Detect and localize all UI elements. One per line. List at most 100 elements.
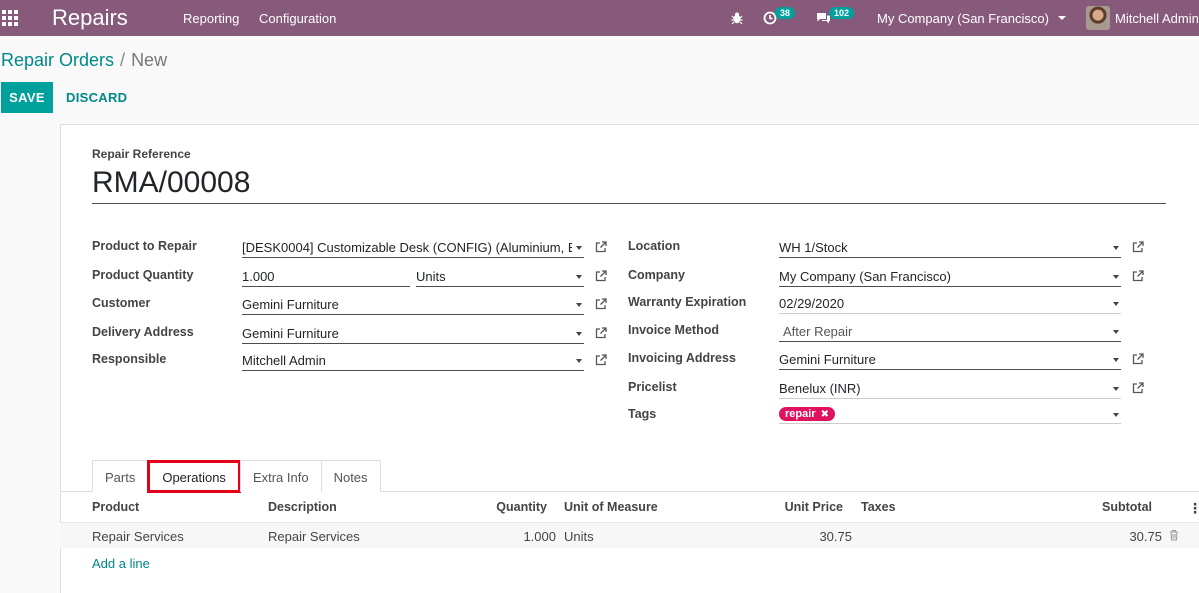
caret-down-icon[interactable] — [1113, 330, 1119, 334]
caret-down-icon[interactable] — [1113, 387, 1119, 391]
top-navbar: Repairs Reporting Configuration 38 102 M… — [0, 0, 1199, 36]
caret-down-icon[interactable] — [576, 303, 582, 307]
responsible-label: Responsible — [92, 352, 167, 366]
customer-value: Gemini Furniture — [242, 297, 339, 312]
breadcrumb-separator: / — [120, 50, 126, 70]
product-quantity-label: Product Quantity — [92, 268, 194, 282]
quantity-uom-value: Units — [416, 269, 446, 284]
external-link-icon[interactable] — [595, 241, 607, 253]
row-quantity[interactable]: 1.000 — [480, 529, 556, 544]
tab-notes[interactable]: Notes — [320, 460, 381, 492]
invoice-method-value: After Repair — [783, 324, 853, 339]
company-field[interactable]: My Company (San Francisco) — [779, 265, 1121, 287]
row-product[interactable]: Repair Services — [92, 529, 184, 544]
messages-chat-icon[interactable]: 102 — [816, 0, 855, 36]
row-description[interactable]: Repair Services — [268, 529, 360, 544]
external-link-icon[interactable] — [1132, 241, 1144, 253]
messages-badge: 102 — [829, 7, 855, 19]
breadcrumb: Repair Orders / New — [1, 50, 167, 71]
caret-down-icon[interactable] — [1113, 246, 1119, 250]
location-value: WH 1/Stock — [779, 240, 848, 255]
repair-reference-label: Repair Reference — [92, 147, 191, 161]
invoice-method-select[interactable]: After Repair — [779, 320, 1121, 342]
tab-parts[interactable]: Parts — [92, 460, 149, 492]
tag-label: repair — [785, 408, 816, 420]
location-field[interactable]: WH 1/Stock — [779, 236, 1121, 258]
company-switcher[interactable]: My Company (San Francisco) — [877, 0, 1066, 36]
customer-label: Customer — [92, 296, 151, 310]
tags-field[interactable]: repair ✖ — [779, 402, 1121, 424]
customer-field[interactable]: Gemini Furniture — [242, 293, 584, 315]
repair-reference-value: RMA/00008 — [92, 166, 251, 199]
responsible-value: Mitchell Admin — [242, 353, 326, 368]
caret-down-icon[interactable] — [576, 332, 582, 336]
row-subtotal[interactable]: 30.75 — [1080, 529, 1162, 544]
debug-bug-icon[interactable] — [730, 0, 744, 36]
caret-down-icon[interactable] — [1113, 302, 1119, 306]
delivery-address-field[interactable]: Gemini Furniture — [242, 322, 584, 344]
tab-extra-info[interactable]: Extra Info — [239, 460, 322, 492]
delivery-address-value: Gemini Furniture — [242, 326, 339, 341]
app-brand[interactable]: Repairs — [52, 0, 128, 36]
external-link-icon[interactable] — [595, 354, 607, 366]
external-link-icon[interactable] — [595, 327, 607, 339]
pricelist-label: Pricelist — [628, 380, 677, 394]
tag-badge: repair ✖ — [779, 407, 835, 421]
trash-icon[interactable] — [1169, 529, 1179, 544]
warranty-expiration-value: 02/29/2020 — [779, 296, 845, 311]
invoicing-address-value: Gemini Furniture — [779, 352, 876, 367]
caret-down-icon[interactable] — [1113, 413, 1119, 417]
responsible-field[interactable]: Mitchell Admin — [242, 349, 584, 371]
menu-reporting[interactable]: Reporting — [183, 0, 239, 36]
column-header-taxes[interactable]: Taxes — [861, 500, 896, 514]
company-switcher-label: My Company (San Francisco) — [877, 10, 1049, 26]
external-link-icon[interactable] — [1132, 382, 1144, 394]
column-header-product[interactable]: Product — [92, 500, 139, 514]
invoicing-address-label: Invoicing Address — [628, 351, 736, 365]
external-link-icon[interactable] — [595, 298, 607, 310]
column-header-description[interactable]: Description — [268, 500, 337, 514]
company-value: My Company (San Francisco) — [779, 269, 951, 284]
product-to-repair-label: Product to Repair — [92, 239, 197, 253]
pricelist-field[interactable]: Benelux (INR) — [779, 377, 1121, 399]
row-uom[interactable]: Units — [564, 529, 594, 544]
product-to-repair-field[interactable]: [DESK0004] Customizable Desk (CONFIG) (A… — [242, 236, 584, 258]
remove-tag-icon[interactable]: ✖ — [821, 409, 829, 420]
external-link-icon[interactable] — [595, 270, 607, 282]
save-button[interactable]: SAVE — [1, 82, 53, 113]
product-quantity-input[interactable]: 1.000 — [242, 265, 410, 287]
column-header-subtotal[interactable]: Subtotal — [1070, 500, 1152, 514]
caret-down-icon[interactable] — [576, 246, 582, 250]
reference-underline — [92, 203, 1166, 204]
external-link-icon[interactable] — [1132, 270, 1144, 282]
discard-button[interactable]: DISCARD — [66, 90, 127, 105]
column-header-quantity[interactable]: Quantity — [470, 500, 547, 514]
caret-down-icon[interactable] — [1113, 275, 1119, 279]
table-row[interactable] — [60, 522, 1199, 548]
tab-operations[interactable]: Operations — [147, 460, 241, 493]
caret-down-icon[interactable] — [1113, 358, 1119, 362]
tags-label: Tags — [628, 407, 657, 421]
location-label: Location — [628, 239, 681, 253]
avatar — [1086, 6, 1110, 30]
apps-menu-icon[interactable] — [0, 0, 20, 36]
column-options-icon[interactable]: ⋮ — [1188, 500, 1199, 517]
quantity-uom-select[interactable]: Units — [416, 265, 584, 287]
delivery-address-label: Delivery Address — [92, 325, 194, 339]
user-menu[interactable]: Mitchell Admin — [1086, 0, 1199, 36]
warranty-expiration-field[interactable]: 02/29/2020 — [779, 292, 1121, 314]
breadcrumb-repair-orders[interactable]: Repair Orders — [1, 50, 114, 70]
column-header-unit-of-measure[interactable]: Unit of Measure — [564, 500, 658, 514]
menu-configuration[interactable]: Configuration — [259, 0, 336, 36]
caret-down-icon[interactable] — [576, 275, 582, 279]
invoicing-address-field[interactable]: Gemini Furniture — [779, 348, 1121, 370]
product-to-repair-value: [DESK0004] Customizable Desk (CONFIG) (A… — [242, 240, 572, 255]
column-header-unit-price[interactable]: Unit Price — [750, 500, 843, 514]
user-name: Mitchell Admin — [1115, 10, 1199, 26]
row-unit-price[interactable]: 30.75 — [760, 529, 852, 544]
caret-down-icon[interactable] — [576, 359, 582, 363]
activities-badge: 38 — [775, 7, 796, 19]
external-link-icon[interactable] — [1132, 353, 1144, 365]
add-line-link[interactable]: Add a line — [92, 556, 150, 571]
activities-clock-icon[interactable]: 38 — [763, 0, 796, 36]
